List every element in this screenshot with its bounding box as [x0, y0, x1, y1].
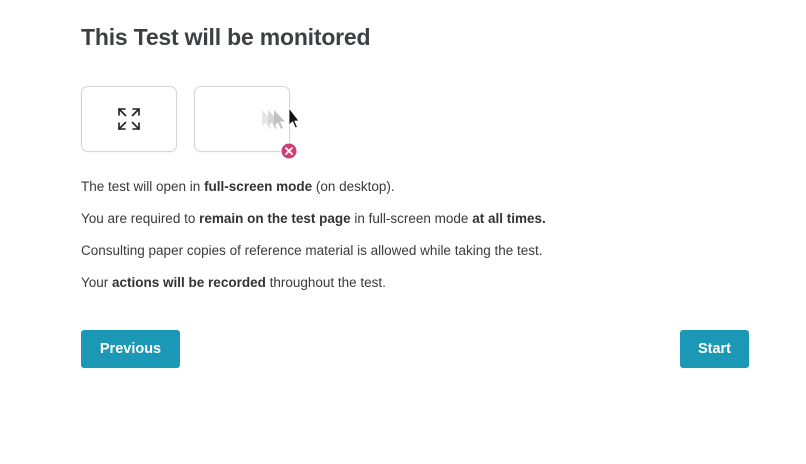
- fullscreen-card: [81, 86, 177, 152]
- rule-text: (on desktop).: [312, 179, 395, 194]
- cursor-leaving-icon: [262, 107, 299, 129]
- rule-emphasis: at all times.: [472, 211, 546, 226]
- stay-on-page-card: [194, 86, 299, 160]
- previous-button[interactable]: Previous: [81, 330, 180, 368]
- rule-emphasis: full-screen mode: [204, 179, 313, 194]
- start-button[interactable]: Start: [680, 330, 749, 368]
- rule-text: Consulting paper copies of reference mat…: [81, 243, 543, 258]
- rule-text: Your: [81, 275, 113, 290]
- rule-text: in full-screen mode: [350, 211, 473, 226]
- rule-emphasis: actions will be recorded: [112, 275, 266, 290]
- rule-reference-material: Consulting paper copies of reference mat…: [81, 242, 761, 260]
- rule-text: throughout the test.: [265, 275, 386, 290]
- rule-stay-on-page: You are required to remain on the test p…: [81, 210, 761, 228]
- rules-list: The test will open in full-screen mode (…: [81, 178, 761, 306]
- close-circle-icon: [280, 142, 298, 160]
- monitoring-notice-page: This Test will be monitored The test wil…: [0, 0, 806, 464]
- rule-text: You are required to: [81, 211, 200, 226]
- page-title: This Test will be monitored: [81, 24, 371, 50]
- rule-text: The test will open in: [81, 179, 205, 194]
- rule-fullscreen: The test will open in full-screen mode (…: [81, 178, 761, 196]
- rule-recorded: Your actions will be recorded throughout…: [81, 274, 761, 292]
- rule-emphasis: remain on the test page: [199, 211, 351, 226]
- expand-arrows-icon: [118, 108, 140, 130]
